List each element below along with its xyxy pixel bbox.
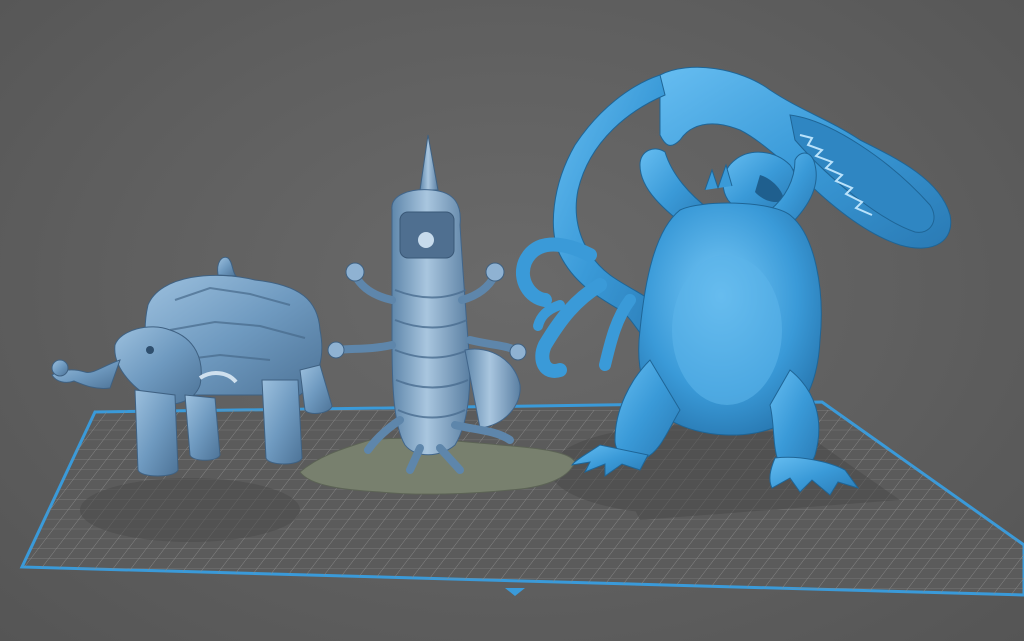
scene-canvas[interactable] [0,0,1024,641]
front-marker-icon [505,588,525,596]
3d-viewport[interactable] [0,0,1024,641]
